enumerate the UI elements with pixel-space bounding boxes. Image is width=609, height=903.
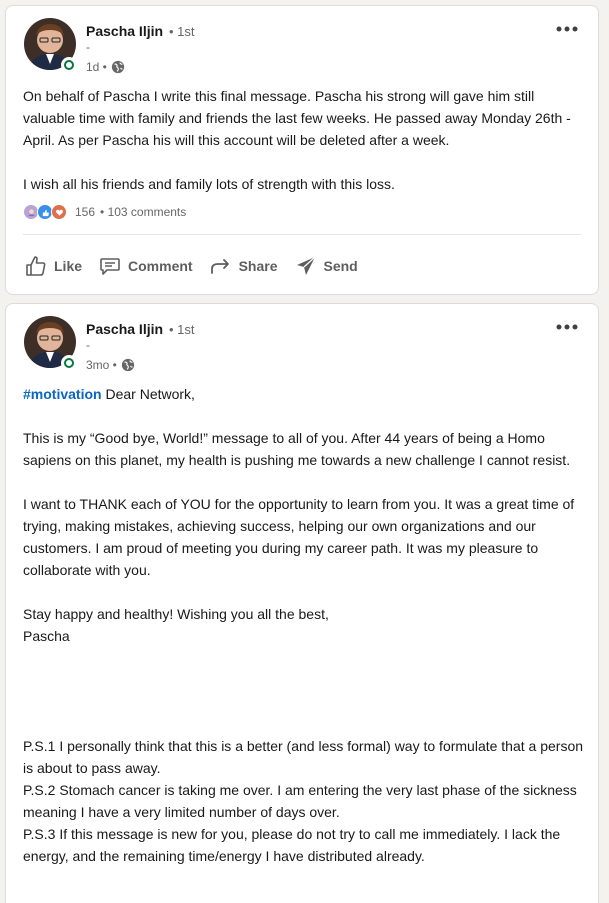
post-time[interactable]: 1d • [86, 60, 107, 74]
online-status-icon [61, 57, 77, 73]
post-greeting: #motivation Dear Network, [23, 383, 588, 405]
online-status-icon [61, 355, 77, 371]
globe-icon [121, 358, 135, 372]
social-counts: 156 • 103 comments [23, 204, 186, 220]
post-ps: P.S.1 I personally think that this is a … [23, 738, 584, 776]
author-headline: - [86, 40, 90, 54]
like-label: Like [54, 258, 83, 274]
speech-bubble-icon [100, 258, 120, 275]
comments-count[interactable]: • 103 comments [100, 205, 186, 219]
author-avatar[interactable] [24, 18, 77, 73]
share-arrow-icon [210, 259, 229, 274]
post-ps: P.S.2 Stomach cancer is taking me over. … [23, 782, 577, 820]
like-button[interactable]: Like [16, 248, 90, 284]
post-paragraph: On behalf of Pascha I write this final m… [23, 88, 571, 148]
post-paragraph: I wish all his friends and family lots o… [23, 176, 395, 192]
globe-icon [111, 60, 125, 74]
author-headline: - [86, 338, 90, 352]
post-body: On behalf of Pascha I write this final m… [23, 85, 588, 195]
author-name[interactable]: Pascha Iljin [86, 23, 163, 39]
post-meta: 1d • [86, 60, 125, 74]
post-paragraph: Stay happy and healthy! Wishing you all … [23, 606, 329, 622]
feed-post: Pascha Iljin • 1st - 3mo • #motivation D… [5, 303, 599, 903]
share-label: Share [238, 258, 278, 274]
send-label: Send [323, 258, 358, 274]
feed-post: Pascha Iljin • 1st - 1d • On behalf of P… [5, 5, 599, 295]
post-time[interactable]: 3mo • [86, 358, 117, 372]
post-signature: Pascha [23, 628, 70, 644]
connection-degree: • 1st [169, 322, 195, 337]
post-body: #motivation Dear Network, This is my “Go… [23, 383, 588, 867]
more-options-button[interactable] [554, 318, 580, 336]
share-button[interactable]: Share [201, 248, 286, 284]
author-name[interactable]: Pascha Iljin [86, 321, 163, 337]
send-button[interactable]: Send [286, 248, 366, 284]
ellipsis-icon [556, 324, 578, 330]
comment-button[interactable]: Comment [90, 248, 201, 284]
comment-label: Comment [128, 258, 193, 274]
hashtag-link[interactable]: #motivation [23, 386, 102, 402]
reactions-stack[interactable] [23, 204, 67, 220]
love-reaction-icon [51, 204, 67, 220]
reactions-count[interactable]: 156 [75, 205, 95, 219]
author-avatar[interactable] [24, 316, 77, 371]
post-paragraph: I want to THANK each of YOU for the oppo… [23, 496, 575, 578]
connection-degree: • 1st [169, 24, 195, 39]
post-paragraph: This is my “Good bye, World!” message to… [23, 430, 571, 468]
paper-plane-icon [296, 256, 315, 275]
post-meta: 3mo • [86, 358, 135, 372]
post-ps: P.S.3 If this message is new for you, pl… [23, 826, 561, 864]
ellipsis-icon [556, 26, 578, 32]
greeting-text: Dear Network, [101, 386, 195, 402]
divider [23, 234, 581, 235]
thumbs-up-icon [26, 256, 46, 276]
post-actions: Like Comment Share Send [16, 248, 366, 284]
more-options-button[interactable] [554, 20, 580, 38]
